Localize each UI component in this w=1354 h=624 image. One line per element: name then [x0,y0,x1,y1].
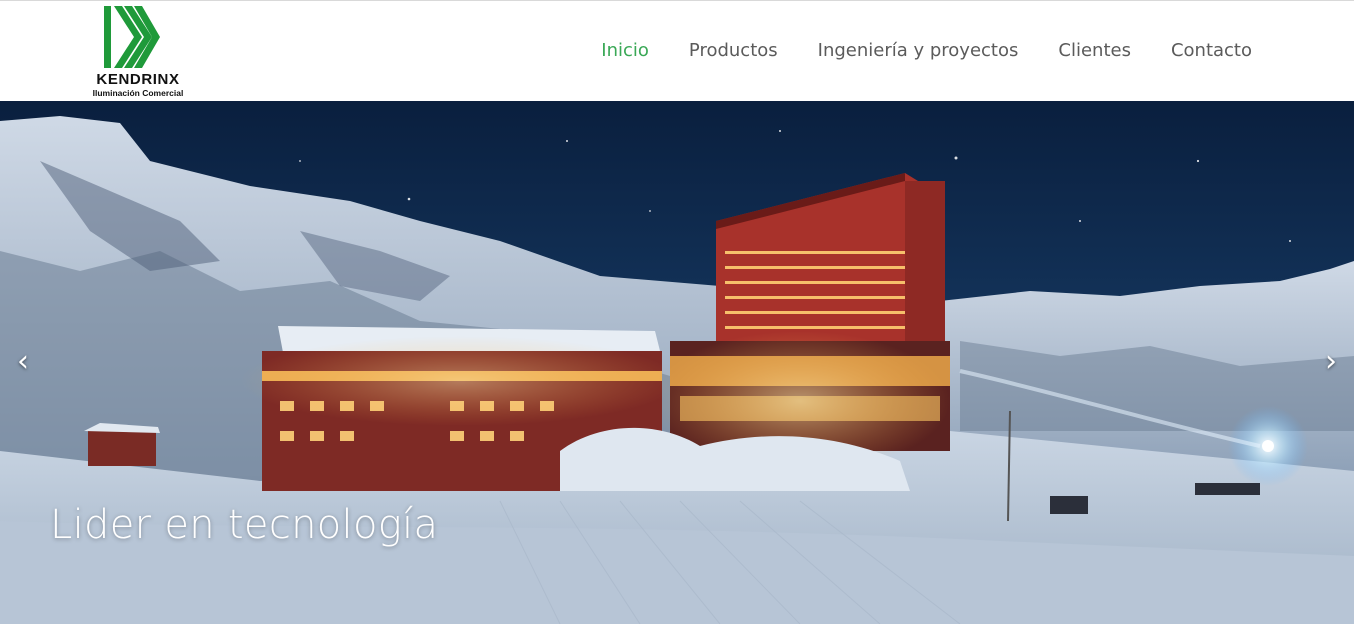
brand-logo[interactable]: KENDRINX Iluminación Comercial [82,6,194,98]
brand-name: KENDRINX [96,71,180,88]
nav-item-clientes[interactable]: Clientes [1058,39,1131,63]
kendrinx-logo-mark-icon [104,6,160,68]
hero-slider: ‹ › Lider en tecnología [0,101,1354,624]
nav-item-contacto[interactable]: Contacto [1171,39,1252,63]
nav-item-productos[interactable]: Productos [689,39,778,63]
site-header: KENDRINX Iluminación Comercial Inicio Pr… [0,1,1354,101]
hero-caption: Lider en tecnología [50,502,439,548]
chevron-right-icon[interactable]: › [1316,343,1346,379]
brand-tagline: Iluminación Comercial [92,88,184,98]
chevron-left-icon[interactable]: ‹ [8,343,38,379]
main-nav: Inicio Productos Ingeniería y proyectos … [601,39,1252,63]
nav-item-ingenieria[interactable]: Ingeniería y proyectos [818,39,1019,63]
nav-item-inicio[interactable]: Inicio [601,39,649,63]
